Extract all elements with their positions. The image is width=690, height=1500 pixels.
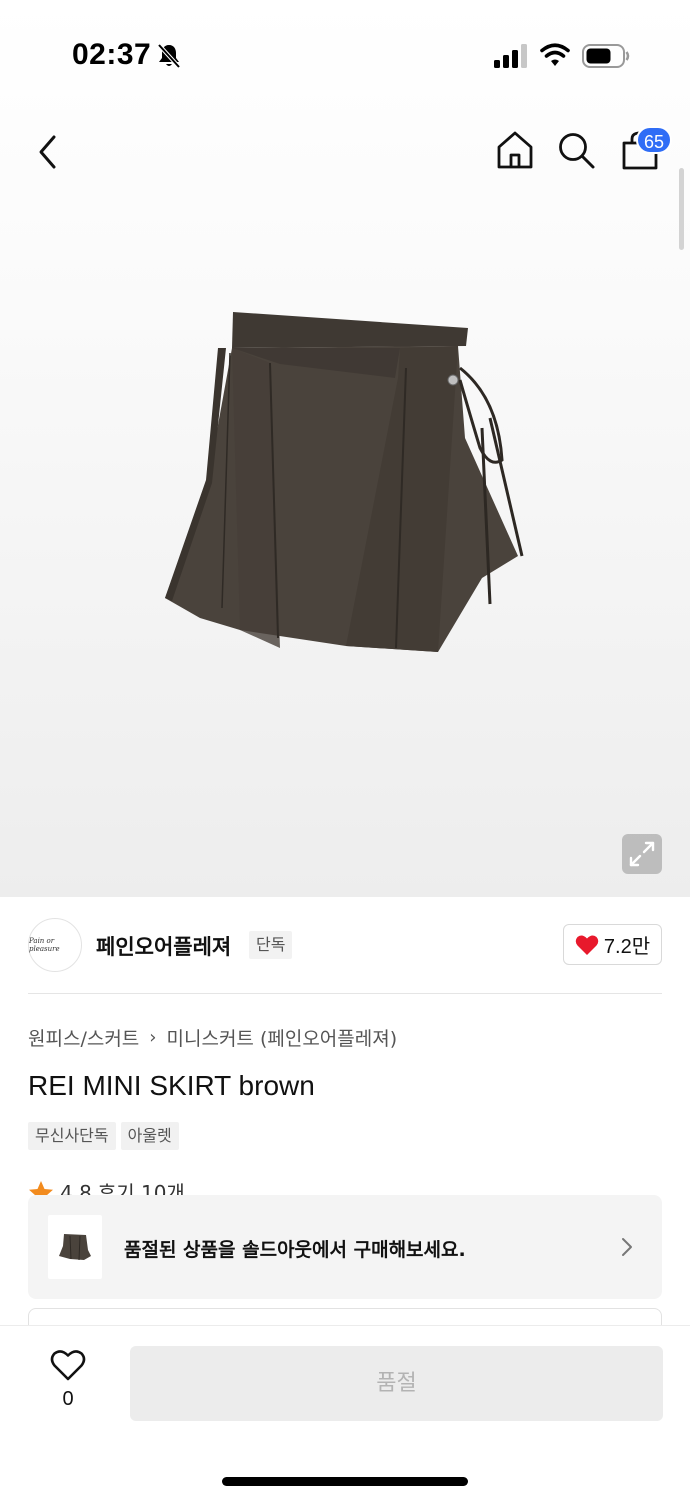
wifi-icon — [540, 43, 570, 66]
cellular-signal-icon — [494, 44, 527, 68]
home-indicator[interactable] — [222, 1477, 468, 1486]
product-title: REI MINI SKIRT brown — [28, 1070, 315, 1101]
breadcrumb: 원피스/스커트 › 미니스커트 (페인오어플레져) — [28, 1024, 397, 1051]
brand-exclusive-tag: 단독 — [249, 931, 293, 959]
brand-like-count: 7.2만 — [603, 936, 651, 958]
status-time: 02:37 — [72, 38, 152, 71]
rating-score: 4.8 — [60, 1181, 92, 1196]
breadcrumb-subcategory[interactable]: 미니스커트 (페인오어플레져) — [167, 1024, 398, 1051]
cart-count-badge[interactable]: 65 — [636, 126, 672, 154]
brand-like-button[interactable]: 7.2만 — [563, 924, 662, 965]
chevron-right-icon: › — [149, 1027, 157, 1048]
soldout-banner[interactable]: 품절된 상품을 솔드아웃에서 구매해보세요. — [28, 1195, 662, 1299]
soldout-product-thumbnail — [48, 1215, 102, 1279]
wishlist-count: 0 — [62, 1388, 74, 1410]
product-tags: 무신사단독 아울렛 — [28, 1122, 179, 1150]
brand-logo[interactable]: Pain or pleasure — [28, 918, 82, 972]
scrollbar-thumb[interactable] — [679, 168, 684, 250]
back-chevron-icon[interactable] — [32, 132, 66, 172]
product-tag: 무신사단독 — [28, 1122, 116, 1150]
brand-name[interactable]: 페인오어플레져 — [96, 931, 231, 961]
star-icon — [29, 1181, 53, 1196]
expand-image-button[interactable] — [622, 834, 662, 874]
wishlist-button[interactable]: 0 — [40, 1348, 96, 1414]
chevron-right-icon — [622, 1238, 632, 1256]
review-count: 후기 10개 — [97, 1181, 185, 1196]
product-tag: 아울렛 — [120, 1122, 179, 1150]
bell-slash-icon — [157, 43, 181, 69]
soldout-banner-text: 품절된 상품을 솔드아웃에서 구매해보세요. — [124, 1239, 466, 1261]
buy-button[interactable]: 품절 — [130, 1346, 663, 1421]
rating-row[interactable]: 4.8 후기 10개 — [28, 1178, 185, 1196]
search-icon[interactable] — [556, 130, 596, 170]
expand-icon — [629, 841, 655, 867]
battery-icon — [582, 44, 630, 68]
heart-outline-icon — [50, 1350, 86, 1381]
divider — [28, 993, 662, 994]
home-icon[interactable] — [496, 130, 534, 170]
breadcrumb-category[interactable]: 원피스/스커트 — [28, 1024, 139, 1051]
heart-filled-icon — [575, 935, 599, 955]
product-image[interactable] — [160, 308, 530, 658]
